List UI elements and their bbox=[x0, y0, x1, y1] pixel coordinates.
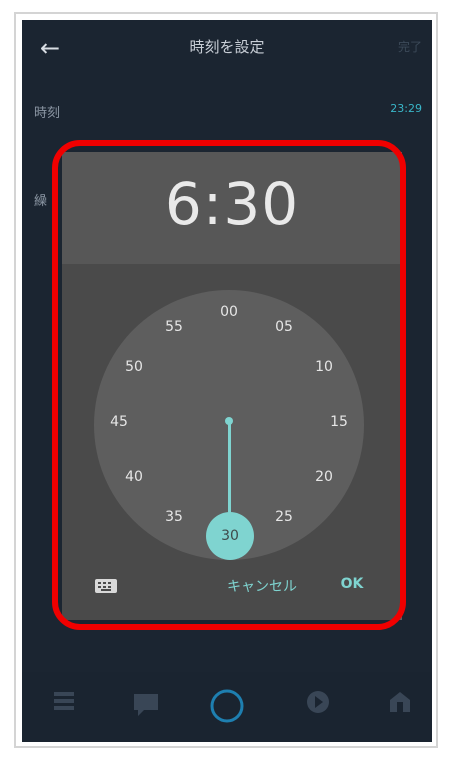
nav-play-icon[interactable] bbox=[298, 686, 338, 726]
nav-devices-icon[interactable] bbox=[380, 686, 420, 726]
red-highlight-outline bbox=[52, 140, 406, 630]
header-action[interactable]: 完了 bbox=[398, 38, 422, 55]
time-row-value: 23:29 bbox=[390, 102, 422, 115]
nav-list-icon[interactable] bbox=[44, 686, 84, 726]
nav-chat-icon[interactable] bbox=[126, 686, 166, 726]
header-title: 時刻を設定 bbox=[189, 38, 265, 56]
bottom-nav bbox=[22, 672, 432, 742]
nav-alexa-icon[interactable] bbox=[207, 686, 247, 726]
time-row-label: 時刻 bbox=[34, 106, 61, 121]
app-header: ← 時刻を設定 完了 bbox=[22, 20, 432, 76]
repeat-row-label: 繰 bbox=[34, 194, 48, 209]
time-row[interactable]: 時刻 23:29 bbox=[34, 102, 422, 126]
